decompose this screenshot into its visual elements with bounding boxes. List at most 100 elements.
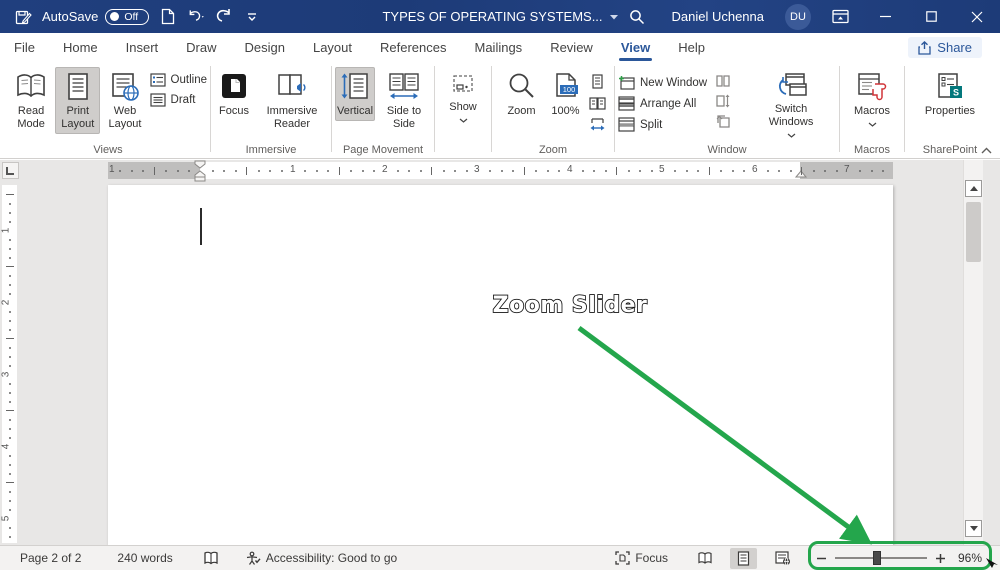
switch-windows-button[interactable]: Switch Windows [746, 67, 836, 141]
vertical-scrollbar[interactable] [963, 160, 983, 545]
zoom-percentage[interactable]: 96% [954, 551, 982, 565]
page-width-button[interactable] [589, 118, 606, 134]
autosave-toggle[interactable]: Off [105, 9, 149, 25]
save-icon[interactable] [14, 8, 32, 26]
title-bar: AutoSave Off TYPES OF OPERATING SYSTEMS.… [0, 0, 1000, 33]
arrange-all-button[interactable]: Arrange All [618, 96, 707, 111]
outline-button[interactable]: Outline [150, 73, 207, 87]
tab-help[interactable]: Help [664, 33, 719, 62]
properties-label: Properties [925, 105, 975, 118]
focus-button[interactable]: Focus [214, 67, 254, 121]
read-mode-button[interactable]: Read Mode [9, 67, 53, 134]
window-bottom-strip [0, 570, 1000, 579]
minimize-button[interactable] [862, 0, 908, 33]
focus-mode-label: Focus [635, 551, 668, 565]
group-immersive: Focus Immersive Reader Immersive [211, 62, 331, 158]
tab-design[interactable]: Design [231, 33, 299, 62]
focus-mode-icon [615, 551, 630, 565]
share-button[interactable]: Share [908, 37, 982, 58]
read-mode-view-button[interactable] [691, 548, 718, 569]
reset-window-position-button[interactable] [715, 114, 731, 128]
properties-button[interactable]: S Properties [920, 67, 980, 121]
zoom-slider-thumb[interactable] [873, 551, 881, 565]
outline-icon [150, 73, 166, 87]
zoom-button[interactable]: Zoom [501, 67, 543, 121]
ruler-number: 3 [0, 372, 11, 378]
new-window-button[interactable]: New Window [618, 75, 707, 90]
view-side-by-side-button[interactable] [715, 74, 731, 88]
tab-selector[interactable] [2, 162, 19, 179]
synchronous-scrolling-button[interactable] [715, 94, 731, 108]
web-layout-button[interactable]: Web Layout [102, 67, 147, 134]
zoom-slider-track[interactable] [835, 557, 927, 559]
zoom-100-label: 100% [551, 105, 579, 118]
tab-mailings[interactable]: Mailings [461, 33, 537, 62]
tab-layout[interactable]: Layout [299, 33, 366, 62]
ruler-number: 1 [109, 164, 115, 175]
undo-icon[interactable] [187, 8, 205, 26]
web-layout-view-button[interactable] [769, 548, 796, 569]
customize-qat-icon[interactable] [243, 8, 261, 26]
split-button[interactable]: Split [618, 117, 707, 132]
collapse-ribbon-icon[interactable] [981, 147, 992, 154]
proofing-icon[interactable] [194, 546, 228, 571]
avatar[interactable]: DU [785, 4, 811, 30]
svg-text:100: 100 [562, 85, 575, 94]
scroll-up-button[interactable] [965, 180, 982, 197]
ribbon-display-options-icon[interactable] [819, 0, 862, 33]
focus-mode-button[interactable]: Focus [606, 546, 677, 571]
close-button[interactable] [954, 0, 1000, 33]
accessibility-status[interactable]: Accessibility: Good to go [236, 546, 406, 571]
immersive-reader-button[interactable]: Immersive Reader [256, 67, 328, 134]
side-to-side-button[interactable]: Side to Side [377, 67, 431, 134]
group-page-movement: Vertical Side to Side Page Movement [332, 62, 434, 158]
ruler-number: 3 [474, 164, 480, 175]
ruler-number: 5 [659, 164, 665, 175]
ribbon: Read Mode Print Layout Web Layout Outlin… [0, 62, 1000, 159]
page-indicator[interactable]: Page 2 of 2 [0, 546, 90, 571]
scroll-down-button[interactable] [965, 520, 982, 537]
print-layout-view-button[interactable] [730, 548, 757, 569]
vertical-ruler[interactable]: 1 2 3 4 5 [2, 185, 17, 543]
tab-file[interactable]: File [0, 33, 49, 62]
tab-review[interactable]: Review [536, 33, 607, 62]
quick-access-toolbar: AutoSave Off [0, 8, 261, 26]
show-button[interactable]: Show [443, 67, 483, 126]
maximize-button[interactable] [908, 0, 954, 33]
group-sharepoint: S Properties SharePoint [905, 62, 995, 158]
ruler-number: 5 [0, 516, 11, 522]
print-layout-button[interactable]: Print Layout [55, 67, 100, 134]
switch-windows-icon [774, 72, 808, 100]
accessibility-label: Accessibility: Good to go [266, 551, 397, 565]
zoom-out-icon[interactable] [816, 553, 827, 564]
tab-insert[interactable]: Insert [112, 33, 173, 62]
tab-home[interactable]: Home [49, 33, 112, 62]
horizontal-ruler[interactable]: 1 1 2 3 4 5 6 7 [108, 162, 893, 179]
user-name[interactable]: Daniel Uchenna [658, 0, 777, 33]
word-count[interactable]: 240 words [108, 546, 181, 571]
draft-button[interactable]: Draft [150, 93, 207, 107]
search-icon[interactable] [616, 0, 658, 33]
zoom-in-icon[interactable] [935, 553, 946, 564]
scrollbar-thumb[interactable] [966, 202, 981, 262]
accessibility-icon [245, 551, 261, 566]
new-document-icon[interactable] [159, 8, 177, 26]
read-mode-icon [15, 72, 47, 102]
split-icon [618, 117, 635, 132]
zoom-slider-control: 96% [806, 546, 994, 571]
redo-icon[interactable] [215, 8, 233, 26]
zoom-100-button[interactable]: 100 100% [545, 67, 587, 121]
macros-button[interactable]: Macros [849, 67, 895, 130]
split-label: Split [640, 119, 662, 131]
tab-draw[interactable]: Draw [172, 33, 230, 62]
tab-references[interactable]: References [366, 33, 460, 62]
document-page[interactable] [108, 185, 893, 545]
one-page-button[interactable] [589, 74, 606, 90]
indent-markers[interactable] [193, 160, 207, 182]
autosave-state: Off [124, 11, 138, 23]
tab-view[interactable]: View [607, 33, 664, 62]
multiple-pages-button[interactable] [589, 96, 606, 112]
vertical-button[interactable]: Vertical [335, 67, 375, 121]
focus-icon [219, 72, 249, 102]
document-title[interactable]: TYPES OF OPERATING SYSTEMS... [382, 9, 602, 24]
